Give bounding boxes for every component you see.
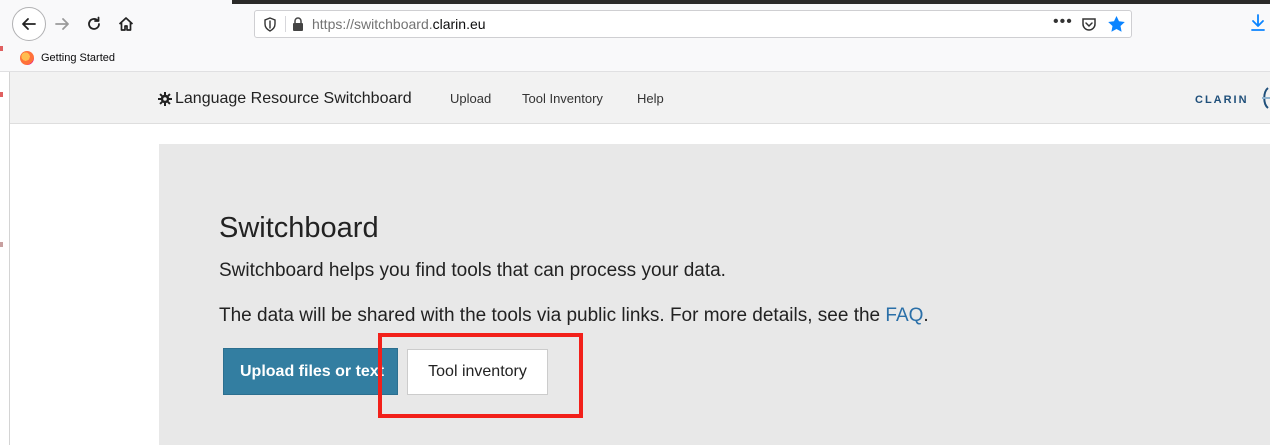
download-icon[interactable] — [1250, 13, 1266, 33]
left-window-edge — [0, 46, 10, 445]
edge-marker — [0, 46, 3, 51]
nav-tool-inventory[interactable]: Tool Inventory — [522, 91, 603, 106]
lock-icon[interactable] — [292, 17, 304, 32]
bookmarks-toolbar: Getting Started — [0, 46, 1270, 72]
firefox-icon — [20, 51, 34, 65]
url-bar[interactable]: https://switchboard.clarin.eu ••• — [254, 10, 1132, 38]
site-brand-text: Language Resource Switchboard — [175, 90, 412, 107]
bookmark-label: Getting Started — [41, 52, 115, 64]
site-brand-link[interactable]: Language Resource Switchboard — [158, 90, 412, 108]
back-arrow-icon — [22, 18, 36, 30]
tool-inventory-button[interactable]: Tool inventory — [407, 349, 548, 395]
back-button[interactable] — [12, 7, 46, 41]
faq-link[interactable]: FAQ — [885, 305, 923, 326]
clarin-logo-icon[interactable] — [1260, 86, 1270, 110]
privacy-text: The data will be shared with the tools v… — [219, 305, 929, 327]
privacy-sentence: The data will be shared with the tools v… — [219, 305, 886, 326]
cog-icon — [158, 92, 172, 106]
shield-icon[interactable] — [263, 17, 277, 32]
nav-upload[interactable]: Upload — [450, 91, 491, 106]
browser-toolbar: https://switchboard.clarin.eu ••• — [0, 0, 1270, 46]
hero-panel: Switchboard Switchboard helps you find t… — [159, 144, 1270, 445]
home-button[interactable] — [110, 8, 142, 40]
edge-marker — [0, 92, 3, 97]
bookmark-getting-started[interactable]: Getting Started — [20, 51, 115, 65]
star-icon[interactable] — [1107, 15, 1126, 33]
upload-button[interactable]: Upload files or text — [223, 348, 398, 395]
nav-help[interactable]: Help — [637, 91, 664, 106]
edge-marker — [0, 242, 3, 247]
clarin-logo-text[interactable]: CLARIN — [1195, 94, 1249, 106]
window-top-strip — [232, 0, 1270, 4]
forward-button[interactable] — [46, 8, 78, 40]
url-separator — [285, 16, 286, 32]
url-text[interactable]: https://switchboard.clarin.eu — [312, 16, 486, 32]
page-title: Switchboard — [219, 212, 379, 244]
reload-icon — [88, 16, 100, 30]
reload-button[interactable] — [78, 8, 110, 40]
home-icon — [118, 17, 134, 31]
intro-text: Switchboard helps you find tools that ca… — [219, 260, 726, 281]
page-actions-button[interactable]: ••• — [1053, 13, 1073, 31]
site-navbar: Language Resource Switchboard Upload Too… — [10, 72, 1270, 124]
url-domain: clarin.eu — [432, 16, 486, 32]
pocket-icon[interactable] — [1081, 17, 1097, 32]
forward-arrow-icon — [55, 18, 69, 30]
privacy-end: . — [923, 305, 929, 326]
url-prefix: https://switchboard. — [312, 16, 433, 32]
